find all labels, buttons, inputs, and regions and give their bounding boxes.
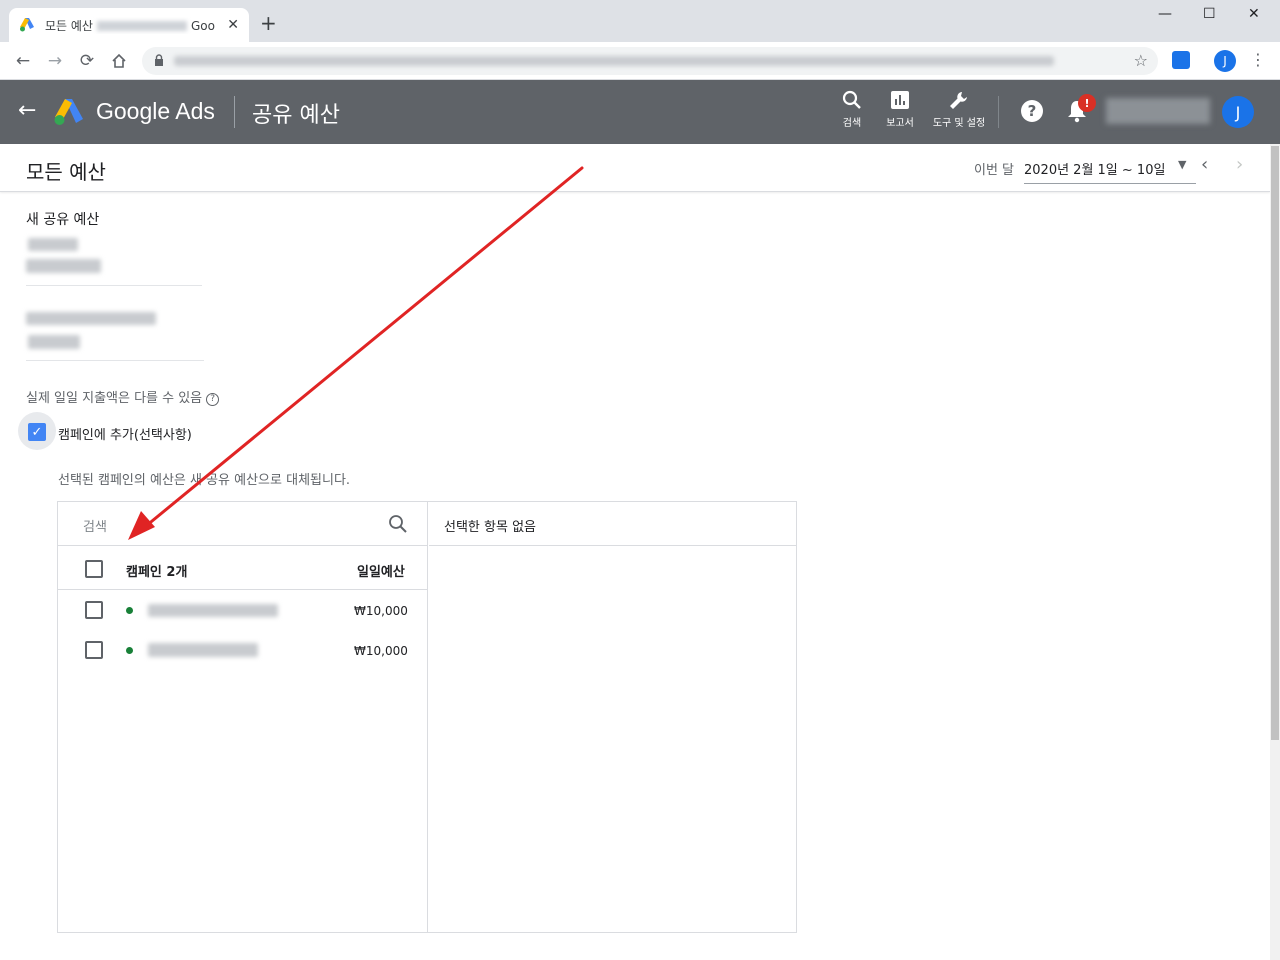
campaign-search-input[interactable]: 검색	[83, 516, 107, 535]
new-tab-button[interactable]: +	[260, 13, 277, 33]
lock-icon	[155, 54, 163, 66]
row-divider	[58, 589, 427, 590]
bookmark-star-icon[interactable]: ☆	[1134, 51, 1148, 70]
replace-description: 선택된 캠페인의 예산은 새 공유 예산으로 대체됩니다.	[58, 473, 351, 488]
column-header-campaigns: 캠페인 2개	[126, 565, 188, 580]
section-label-new-shared-budget: 새 공유 예산	[26, 212, 100, 228]
ads-brand-name: Google Ads	[96, 98, 215, 124]
browser-toolbar: ← → ⟳ ☆	[0, 42, 1280, 80]
add-to-campaigns-label[interactable]: 캠페인에 추가(선택사항)	[58, 424, 192, 443]
window-minimize-button[interactable]: —	[1158, 6, 1172, 22]
date-range-selector[interactable]: 2020년 2월 1일 ~ 10일	[1024, 159, 1165, 178]
budget-amount-underline	[26, 360, 204, 361]
info-icon[interactable]: ?	[206, 393, 220, 406]
date-range-label: 이번 달	[974, 163, 1015, 178]
campaign-selector-panel: 검색 캠페인 2개 일일예산 ₩10,000 ₩10,000 선택한 항목 없음	[57, 501, 797, 933]
add-to-campaigns-checkbox[interactable]: ✓	[28, 423, 46, 441]
wrench-icon	[932, 90, 986, 112]
spend-note: 실제 일일 지출액은 다를 수 있음?	[26, 387, 220, 406]
budget-name-underline	[26, 285, 202, 286]
header-tools-button[interactable]: 도구 및 설정	[932, 90, 986, 129]
campaign-status-icon	[126, 607, 133, 614]
budget-amount-field-redacted[interactable]	[28, 335, 80, 349]
google-ads-favicon-icon	[20, 18, 34, 32]
back-arrow-icon[interactable]: ←	[18, 98, 36, 123]
header-divider	[234, 96, 235, 128]
dropdown-caret-icon[interactable]: ▼	[1178, 158, 1186, 171]
account-name-redacted	[1106, 98, 1210, 124]
tab-close-icon[interactable]: ✕	[227, 17, 239, 33]
date-range-underline	[1024, 183, 1196, 184]
forward-icon[interactable]: →	[44, 50, 66, 72]
campaign-row-checkbox[interactable]	[85, 641, 103, 659]
campaign-status-icon	[126, 647, 133, 654]
header-divider-right	[998, 96, 999, 128]
next-period-icon[interactable]: ›	[1236, 154, 1243, 175]
previous-period-icon[interactable]: ‹	[1201, 154, 1208, 175]
budget-name-label-redacted	[28, 238, 78, 251]
address-bar[interactable]: ☆	[142, 47, 1158, 75]
browser-profile-avatar[interactable]: J	[1214, 50, 1236, 72]
campaign-daily-budget: ₩10,000	[354, 604, 408, 618]
budget-amount-label-redacted	[26, 312, 156, 325]
campaign-row-checkbox[interactable]	[85, 601, 103, 619]
reload-icon[interactable]: ⟳	[76, 50, 98, 72]
row-divider	[58, 545, 427, 546]
campaign-list-pane: 검색 캠페인 2개 일일예산 ₩10,000 ₩10,000	[58, 502, 428, 932]
scrollbar-thumb[interactable]	[1271, 146, 1279, 740]
window-maximize-button[interactable]: ☐	[1203, 6, 1216, 22]
help-icon[interactable]: ?	[1021, 100, 1043, 122]
browser-tab[interactable]: 모든 예산 Goo ✕	[9, 8, 249, 42]
browser-menu-icon[interactable]: ⋮	[1250, 50, 1266, 69]
reports-icon	[880, 90, 920, 112]
page-title: 모든 예산	[26, 160, 106, 184]
campaign-name-redacted	[148, 643, 258, 657]
extension-icon[interactable]	[1172, 51, 1190, 69]
column-header-daily-budget: 일일예산	[357, 565, 405, 580]
url-redacted	[174, 56, 1054, 66]
browser-tab-strip: 모든 예산 Goo ✕ + — ☐ ✕	[0, 0, 1280, 42]
notification-badge: !	[1078, 94, 1096, 112]
header-reports-button[interactable]: 보고서	[880, 90, 920, 129]
search-icon[interactable]	[388, 514, 408, 534]
selected-items-empty: 선택한 항목 없음	[444, 520, 536, 535]
header-search-button[interactable]: 검색	[836, 90, 868, 129]
search-icon	[836, 90, 868, 112]
ads-page-name: 공유 예산	[252, 103, 340, 128]
campaign-daily-budget: ₩10,000	[354, 644, 408, 658]
window-close-button[interactable]: ✕	[1248, 6, 1260, 22]
campaign-name-redacted	[148, 604, 278, 617]
account-avatar[interactable]: J	[1222, 96, 1254, 128]
page-header: 모든 예산 이번 달 2020년 2월 1일 ~ 10일 ▼ ‹ ›	[0, 144, 1270, 192]
tab-title-redacted	[96, 21, 187, 31]
tab-title: 모든 예산 Goo	[45, 18, 215, 33]
home-icon[interactable]	[108, 50, 130, 72]
google-ads-logo-icon	[54, 99, 83, 125]
select-all-checkbox[interactable]	[85, 560, 103, 578]
row-divider	[429, 545, 797, 546]
back-icon[interactable]: ←	[12, 50, 34, 72]
ads-header: ← Google Ads 공유 예산 검색 보고서 도구 및 설정	[0, 80, 1280, 144]
budget-name-field-redacted[interactable]	[26, 259, 101, 273]
